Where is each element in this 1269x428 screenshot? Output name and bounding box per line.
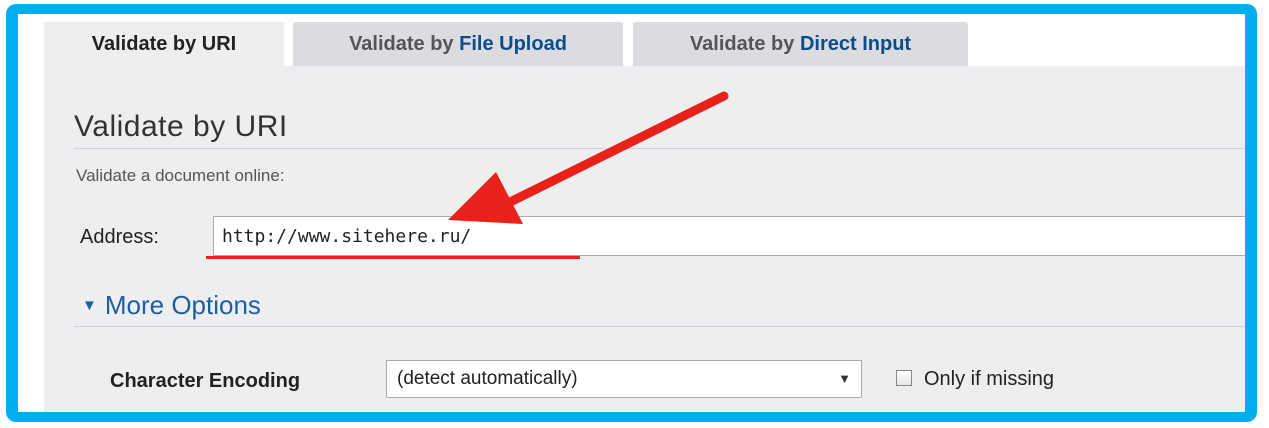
highlight-frame: Validate by URI Validate by File Upload … bbox=[6, 4, 1257, 422]
arrow-shaft bbox=[493, 91, 729, 213]
red-arrow-annotation bbox=[448, 91, 729, 224]
validator-window: Validate by URI Validate by File Upload … bbox=[18, 14, 1245, 412]
